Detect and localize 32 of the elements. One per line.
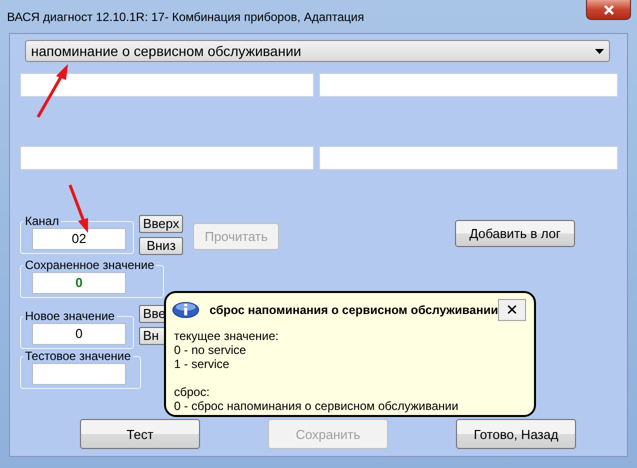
annotation-arrow <box>68 184 88 233</box>
tooltip-text: 0 - сброс напоминания о сервисном обслуживании <box>174 399 460 413</box>
tooltip-text: 0 - no service <box>174 343 248 357</box>
text-field[interactable] <box>20 73 314 97</box>
tooltip-text: 1 - service <box>174 357 230 371</box>
footer-button[interactable]: Тест <box>80 419 200 449</box>
add-to-log-button[interactable]: Добавить в лог <box>455 220 575 247</box>
saved-value-field: 0 <box>32 272 126 294</box>
close-icon <box>602 4 614 14</box>
parameter-dropdown[interactable]: напоминание о сервисном обслуживании <box>25 40 610 62</box>
channel-label: Канал <box>24 214 60 228</box>
text-field[interactable] <box>319 146 618 170</box>
text-field[interactable] <box>20 146 314 170</box>
tooltip-title: сброс напоминания о сервисном обслуживании <box>209 303 498 317</box>
channel-field[interactable]: 02 <box>32 228 126 250</box>
test-value-label: Тестовое значение <box>24 349 132 363</box>
new-value-field[interactable]: 0 <box>32 323 126 345</box>
dropdown-caret-icon <box>595 48 604 54</box>
annotation-arrow <box>36 64 68 118</box>
new-value-label: Новое значение <box>24 309 116 323</box>
down-button[interactable]: Вниз <box>139 237 184 255</box>
saved-value-label: Сохраненное значение <box>24 258 156 272</box>
close-button[interactable]: ✕ <box>498 299 526 321</box>
tooltip-text: текущее значение: <box>174 329 280 343</box>
close-button[interactable] <box>586 0 631 20</box>
info-icon <box>172 299 200 321</box>
window-title: ВАСЯ диагност 12.10.1R: 17- Комбинация приборов, Адаптация <box>7 10 364 24</box>
up-button[interactable]: Вверх <box>139 215 184 233</box>
footer-button[interactable]: Готово, Назад <box>456 419 576 449</box>
text-field[interactable] <box>319 73 618 97</box>
tooltip-text: сброс: <box>174 385 211 399</box>
test-value-field[interactable] <box>32 363 126 385</box>
